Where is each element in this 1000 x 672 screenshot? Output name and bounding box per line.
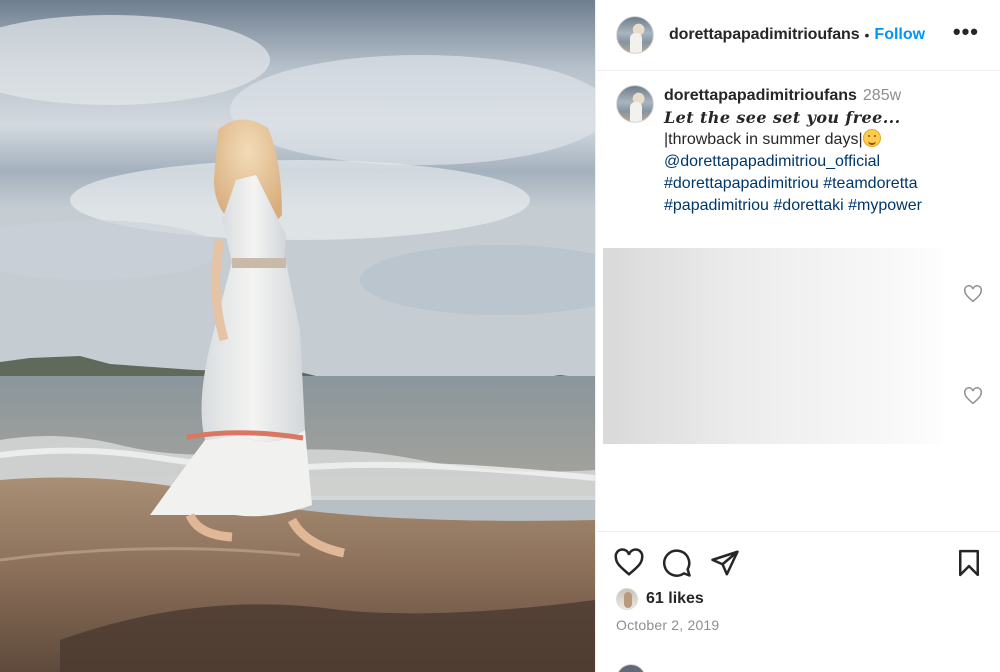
- caption-line-1: Let the see set you free...: [664, 108, 901, 127]
- post-date[interactable]: October 2, 2019: [616, 617, 719, 633]
- caption-mention-link[interactable]: @dorettapapadimitriou_official: [664, 151, 986, 173]
- likes-count[interactable]: 61 likes: [646, 590, 704, 608]
- more-options-icon[interactable]: •••: [953, 21, 979, 43]
- caption-username[interactable]: dorettapapadimitrioufans: [664, 87, 857, 104]
- bookmark-icon[interactable]: [954, 548, 984, 578]
- next-comment-avatar: [616, 664, 646, 672]
- post-caption: dorettapapadimitrioufans 285w Let the see…: [616, 85, 986, 217]
- caption-hashtags-line-1[interactable]: #dorettapapadimitriou #teamdoretta: [664, 173, 986, 195]
- liker-avatar[interactable]: [616, 588, 638, 610]
- post-details-panel: dorettapapadimitrioufans • Follow ••• do…: [595, 0, 1000, 672]
- post-header: dorettapapadimitrioufans • Follow •••: [596, 0, 1000, 71]
- comment-like-heart-icon[interactable]: [963, 387, 983, 405]
- caption-line-2: |throwback in summer days|: [664, 131, 863, 148]
- paper-plane-icon[interactable]: [710, 548, 740, 578]
- heart-icon[interactable]: [614, 548, 644, 578]
- comment-like-heart-icon[interactable]: [963, 285, 983, 303]
- post-actions-section: [596, 531, 1000, 532]
- smiling-face-emoji-icon: [862, 129, 881, 147]
- likes-row: 61 likes: [616, 588, 704, 610]
- follow-button[interactable]: Follow: [874, 26, 925, 44]
- caption-hashtags-line-2[interactable]: #papadimitriou #dorettaki #mypower: [664, 195, 986, 217]
- profile-username[interactable]: dorettapapadimitrioufans: [669, 26, 860, 44]
- caption-timestamp[interactable]: 285w: [863, 87, 901, 104]
- post-photo[interactable]: [0, 0, 595, 672]
- caption-avatar[interactable]: [616, 85, 654, 123]
- profile-avatar[interactable]: [616, 16, 654, 54]
- separator-dot: •: [864, 27, 870, 43]
- beach-scene-image: [0, 0, 595, 672]
- comments-loading-placeholder: [603, 248, 943, 444]
- comment-icon[interactable]: [662, 548, 692, 578]
